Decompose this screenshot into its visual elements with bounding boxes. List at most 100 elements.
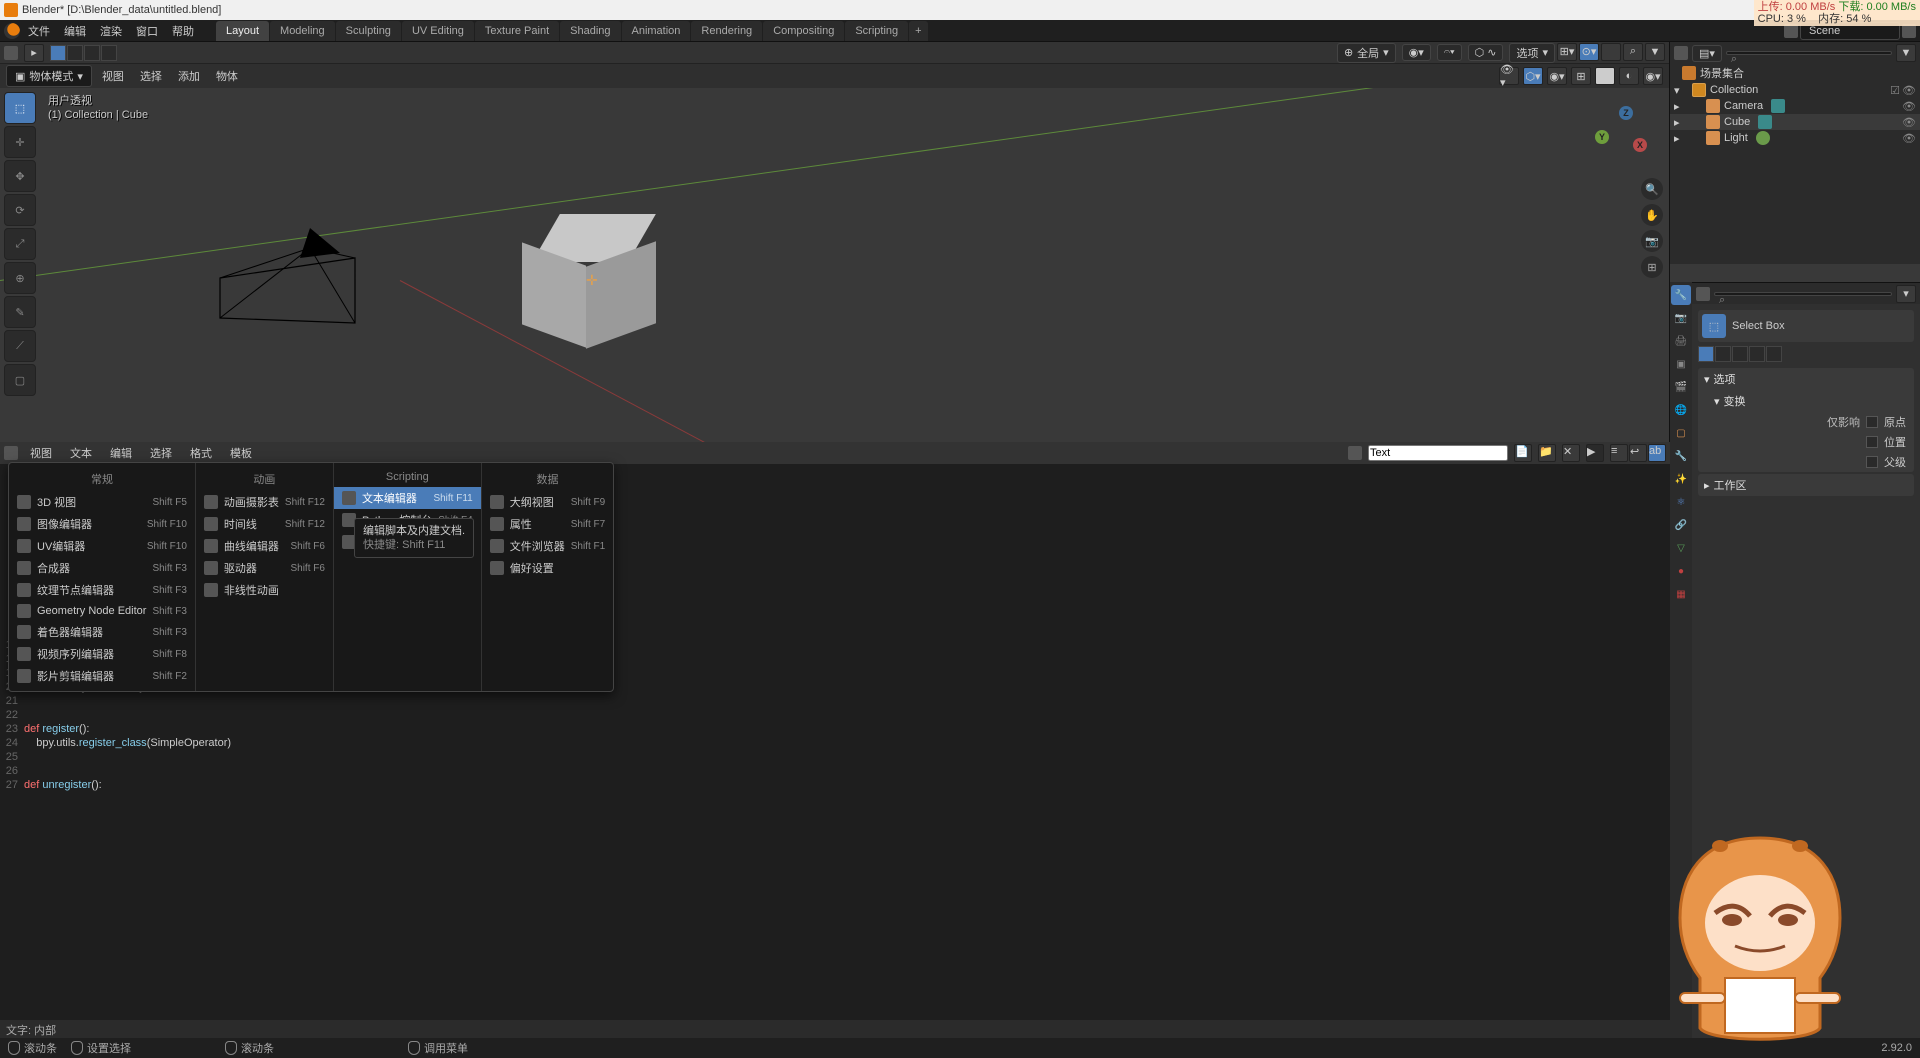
tab-rendering[interactable]: Rendering (691, 21, 762, 41)
tab-modeling[interactable]: Modeling (270, 21, 335, 41)
collection-toggle-icon[interactable]: ☑ (1890, 84, 1900, 97)
nav-gizmo[interactable]: Y Z X (1595, 106, 1655, 166)
popup-item[interactable]: 大纲视图Shift F9 (482, 491, 613, 513)
matprev-shading-icon[interactable]: ◐ (1619, 67, 1639, 85)
tool-addcube[interactable]: ▢ (4, 364, 36, 396)
popup-item[interactable]: 影片剪辑编辑器Shift F2 (9, 665, 195, 687)
text-new-icon[interactable]: 📄 (1514, 444, 1532, 462)
checkbox-origin[interactable] (1866, 416, 1878, 428)
tab-scripting[interactable]: Scripting (845, 21, 908, 41)
tool-rotate[interactable]: ⟳ (4, 194, 36, 226)
ptab-tool[interactable]: 🔧 (1671, 285, 1691, 305)
te-linenum-icon[interactable]: ≡ (1610, 444, 1628, 462)
viewport-3d[interactable]: ⬚ ✛ ✥ ⟳ ⤢ ⊕ ✎ ⟋ ▢ 用户透视 (1) Collection | … (0, 88, 1669, 462)
tab-sculpting[interactable]: Sculpting (336, 21, 401, 41)
outliner-scene-row[interactable]: 场景集合 (1670, 64, 1920, 82)
popup-item[interactable]: 图像编辑器Shift F10 (9, 513, 195, 535)
options-dropdown[interactable]: 选项▾ (1509, 43, 1555, 63)
tab-uv[interactable]: UV Editing (402, 21, 474, 41)
te-wrap-icon[interactable]: ↩ (1629, 444, 1647, 462)
solid-shading-icon[interactable]: ● (1595, 67, 1615, 85)
properties-search[interactable] (1714, 292, 1892, 296)
pan-icon[interactable]: ✋ (1641, 204, 1663, 226)
proportional-dropdown[interactable]: ⬡ ∿ (1468, 44, 1504, 61)
tab-compositing[interactable]: Compositing (763, 21, 844, 41)
tab-animation[interactable]: Animation (622, 21, 691, 41)
text-open-icon[interactable]: 📁 (1538, 444, 1556, 462)
outliner-collection-row[interactable]: ▾ Collection ☑👁 (1670, 82, 1920, 98)
tool-annotate[interactable]: ✎ (4, 296, 36, 328)
snap-dropdown[interactable]: 𝄐▾ (1437, 44, 1462, 61)
tool-transform[interactable]: ⊕ (4, 262, 36, 294)
text-datablock-icon[interactable] (1348, 446, 1362, 460)
popup-item[interactable]: 属性Shift F7 (482, 513, 613, 535)
tool-select-box[interactable]: ⬚ (4, 92, 36, 124)
popup-item[interactable]: 动画摄影表Shift F12 (196, 491, 333, 513)
search-icon[interactable]: ⌕ (1623, 43, 1643, 61)
popup-item[interactable]: 非线性动画 (196, 579, 333, 601)
camera-object[interactable] (210, 218, 360, 338)
properties-pin-icon[interactable]: ▾ (1896, 285, 1916, 303)
orientation-dropdown[interactable]: ⊕全局▾ (1337, 43, 1396, 63)
checkbox-parent[interactable] (1866, 456, 1878, 468)
wire-shading-icon[interactable]: ⊞ (1571, 67, 1591, 85)
menu-render[interactable]: 渲染 (94, 20, 128, 42)
submenu-select[interactable]: 选择 (134, 66, 168, 86)
te-menu-text[interactable]: 文本 (64, 443, 98, 463)
tab-layout[interactable]: Layout (216, 21, 269, 41)
menu-window[interactable]: 窗口 (130, 20, 164, 42)
popup-item[interactable]: 时间线Shift F12 (196, 513, 333, 535)
tab-add[interactable]: + (909, 21, 927, 41)
te-menu-edit[interactable]: 编辑 (104, 443, 138, 463)
ptab-material[interactable]: ● (1671, 561, 1691, 581)
popup-item[interactable]: 曲线编辑器Shift F6 (196, 535, 333, 557)
submenu-object[interactable]: 物体 (210, 66, 244, 86)
rendered-shading-icon[interactable]: ◉▾ (1643, 67, 1663, 85)
run-script-button[interactable]: ▶ (1586, 444, 1604, 462)
ptab-output[interactable]: 🖨 (1671, 331, 1691, 351)
popup-item[interactable]: 文件浏览器Shift F1 (482, 535, 613, 557)
select-mode-strip[interactable] (1698, 346, 1914, 362)
popup-item[interactable]: 文本编辑器Shift F11 (334, 487, 481, 509)
eye-icon[interactable]: 👁 (1902, 132, 1916, 145)
axis-x-ball[interactable]: X (1633, 138, 1647, 152)
tab-texture[interactable]: Texture Paint (475, 21, 559, 41)
popup-item[interactable]: 着色器编辑器Shift F3 (9, 621, 195, 643)
gizmo-toggle[interactable]: ⊞▾ (1557, 43, 1577, 61)
ptab-world[interactable]: 🌐 (1671, 400, 1691, 420)
visibility-icon[interactable]: 👁▾ (1499, 67, 1519, 85)
tab-shading[interactable]: Shading (560, 21, 620, 41)
text-unlink-icon[interactable]: ✕ (1562, 444, 1580, 462)
popup-item[interactable]: 驱动器Shift F6 (196, 557, 333, 579)
ortho-icon[interactable]: ⊞ (1641, 256, 1663, 278)
submenu-add[interactable]: 添加 (172, 66, 206, 86)
eye-icon[interactable]: 👁 (1902, 100, 1916, 113)
ptab-mesh[interactable]: ▽ (1671, 538, 1691, 558)
pivot-dropdown[interactable]: ◉▾ (1402, 44, 1431, 61)
outliner-cube-row[interactable]: ▸ Cube 👁 (1670, 114, 1920, 130)
outliner-search[interactable] (1726, 51, 1892, 55)
xray-toggle[interactable] (1601, 43, 1621, 61)
eye-icon[interactable]: 👁 (1902, 116, 1916, 129)
submenu-view[interactable]: 视图 (96, 66, 130, 86)
outliner-editor-icon[interactable] (1674, 46, 1688, 60)
panel-options-header[interactable]: ▾ 选项 (1698, 368, 1914, 390)
filter-icon[interactable]: ▼ (1645, 43, 1665, 61)
te-menu-format[interactable]: 格式 (184, 443, 218, 463)
menu-edit[interactable]: 编辑 (58, 20, 92, 42)
te-syntax-icon[interactable]: ab (1648, 444, 1666, 462)
mode-dropdown[interactable]: ▣ 物体模式 ▾ (6, 65, 92, 87)
zoom-icon[interactable]: 🔍 (1641, 178, 1663, 200)
ptab-object[interactable]: ▢ (1671, 423, 1691, 443)
ptab-texture[interactable]: ▦ (1671, 584, 1691, 604)
tool-cursor[interactable]: ✛ (4, 126, 36, 158)
ptab-scene[interactable]: 🎬 (1671, 377, 1691, 397)
overlays-toggle[interactable]: ⊙▾ (1579, 43, 1599, 61)
ptab-particle[interactable]: ✨ (1671, 469, 1691, 489)
axis-z-ball[interactable]: Z (1619, 106, 1633, 120)
text-editor-type-icon[interactable] (4, 446, 18, 460)
te-menu-view[interactable]: 视图 (24, 443, 58, 463)
panel-workspace-header[interactable]: ▸ 工作区 (1698, 474, 1914, 496)
properties-editor-icon[interactable] (1696, 287, 1710, 301)
outliner-mode[interactable]: ▤▾ (1692, 45, 1722, 62)
